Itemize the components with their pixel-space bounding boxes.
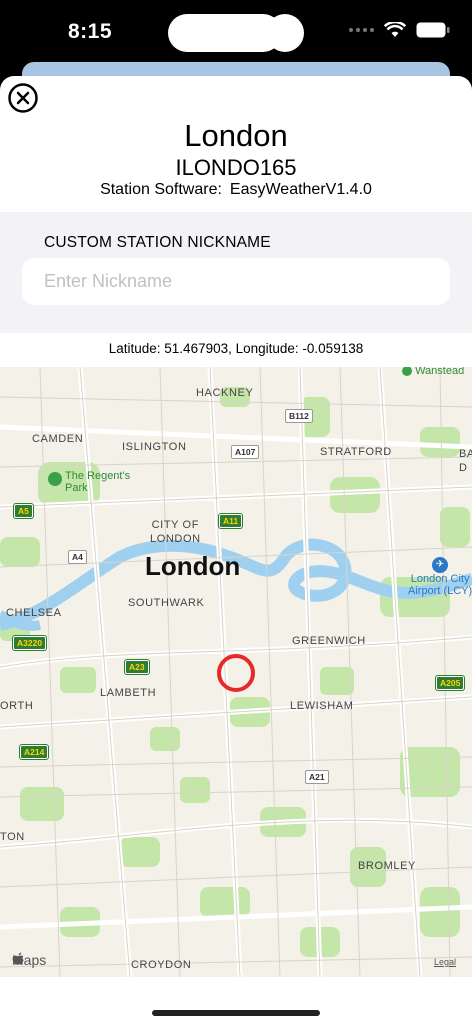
map-label-ton: TON xyxy=(0,831,25,843)
road-shield-a5: A5 xyxy=(14,504,33,518)
station-software: Station Software: EasyWeatherV1.4.0 xyxy=(0,181,472,199)
road-shield-a23: A23 xyxy=(125,660,149,674)
map-label-ba: BA D xyxy=(459,448,472,474)
map-label-islington: ISLINGTON xyxy=(122,441,187,453)
map-poi-london-city-airport[interactable]: ✈ London City Airport (LCY) xyxy=(408,557,472,597)
road-shield-a214: A214 xyxy=(20,745,49,759)
software-label: Station Software: xyxy=(100,181,222,198)
road-shield-b112: B112 xyxy=(285,409,313,423)
status-bar: 8:15 xyxy=(0,0,472,66)
cellular-signal-icon xyxy=(349,28,374,32)
station-location-marker[interactable] xyxy=(217,654,255,692)
dynamic-island-camera xyxy=(266,14,304,52)
map-poi-regents-park[interactable]: The Regent's Park xyxy=(48,470,130,494)
wifi-icon xyxy=(384,22,406,37)
map-poi-wanstead[interactable]: Wanstead xyxy=(402,367,464,377)
airport-label: London City Airport (LCY) xyxy=(408,573,472,597)
apple-maps-attribution: Maps xyxy=(12,952,46,968)
status-time: 8:15 xyxy=(68,20,113,43)
map-label-lambeth: LAMBETH xyxy=(100,687,157,699)
map-label-north: ORTH xyxy=(0,700,34,712)
map-label-city-of-london: CITY OF LONDON xyxy=(150,519,201,545)
map-label-chelsea: CHELSEA xyxy=(6,607,62,619)
road-shield-a4: A4 xyxy=(68,550,87,564)
map-label-hackney: HACKNEY xyxy=(196,387,254,399)
close-icon[interactable] xyxy=(7,82,39,114)
road-shield-a205: A205 xyxy=(436,676,465,690)
wanstead-label: Wanstead xyxy=(415,367,465,377)
map-label-croydon: CROYDON xyxy=(131,959,192,971)
station-title: London xyxy=(184,118,288,153)
station-detail-sheet: London ILONDO165 Station Software: EasyWe… xyxy=(0,76,472,1024)
coordinates-label: Latitude: 51.467903, Longitude: -0.05913… xyxy=(108,341,364,356)
map-label-bromley: BROMLEY xyxy=(358,860,416,872)
map-label-camden: CAMDEN xyxy=(32,433,84,445)
status-icons xyxy=(349,22,450,38)
road-shield-a11: A11 xyxy=(219,514,243,528)
nickname-section: CUSTOM STATION NICKNAME xyxy=(0,212,472,333)
map-label-southwark: SOUTHWARK xyxy=(128,597,205,609)
station-id: ILONDO165 xyxy=(175,155,297,180)
map-label-greenwich: GREENWICH xyxy=(292,635,366,647)
road-shield-a3220: A3220 xyxy=(13,636,47,650)
road-shield-a21: A21 xyxy=(305,770,329,784)
bottom-safe-area xyxy=(0,977,472,1024)
map-label-stratford: STRATFORD xyxy=(320,446,392,458)
nickname-input[interactable] xyxy=(22,258,450,305)
road-shield-a107: A107 xyxy=(231,445,260,459)
battery-icon xyxy=(416,22,450,38)
home-indicator[interactable] xyxy=(152,1010,320,1016)
nickname-section-header: CUSTOM STATION NICKNAME xyxy=(44,234,271,251)
dynamic-island xyxy=(168,14,282,52)
software-value: EasyWeatherV1.4.0 xyxy=(229,181,372,198)
apple-logo-icon xyxy=(12,952,24,965)
map-label-london: London xyxy=(145,551,241,581)
legal-link[interactable]: Legal xyxy=(434,957,456,967)
station-map[interactable]: HACKNEY CAMDEN ISLINGTON STRATFORD CITY … xyxy=(0,367,472,977)
map-label-lewisham: LEWISHAM xyxy=(290,700,354,712)
